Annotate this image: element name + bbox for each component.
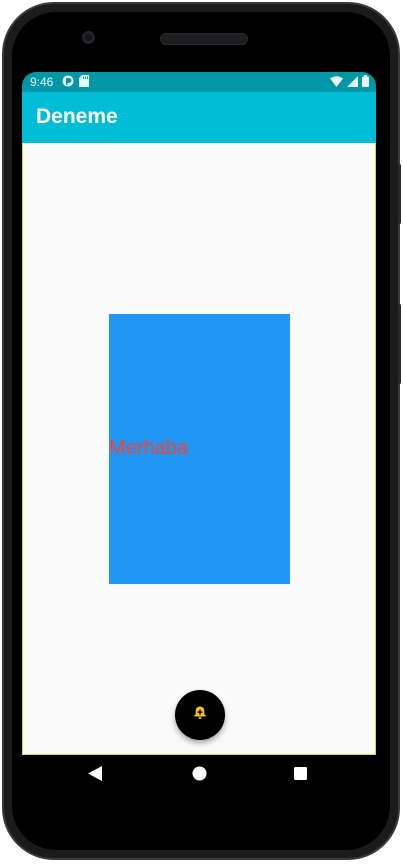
sd-card-icon [79, 75, 89, 90]
app-title: Deneme [36, 105, 118, 128]
battery-icon [362, 75, 369, 90]
back-icon [88, 766, 102, 786]
add-notification-fab[interactable] [175, 690, 225, 740]
blue-container: Merhaba [109, 314, 290, 584]
navigation-bar [22, 755, 376, 797]
home-button[interactable] [186, 763, 212, 789]
back-button[interactable] [82, 763, 108, 789]
status-right-icons [330, 75, 369, 90]
recents-icon [293, 767, 307, 785]
signal-icon [347, 75, 358, 90]
app-bar: Deneme [22, 92, 376, 143]
debug-icon [62, 75, 74, 90]
volume-button [398, 304, 401, 384]
power-button [398, 164, 401, 224]
main-content: Merhaba [22, 143, 376, 755]
greeting-text: Merhaba [109, 437, 188, 459]
status-bar: 9:46 [22, 72, 376, 92]
front-camera [82, 31, 95, 44]
notification-add-icon [192, 705, 208, 726]
home-icon [192, 766, 207, 786]
device-screen: 9:46 Deneme Merhaba [22, 72, 376, 797]
status-left-icons [62, 75, 89, 90]
earpiece-speaker [160, 33, 248, 45]
wifi-icon [330, 75, 343, 90]
status-time: 9:46 [30, 75, 54, 89]
recents-button[interactable] [287, 763, 313, 789]
